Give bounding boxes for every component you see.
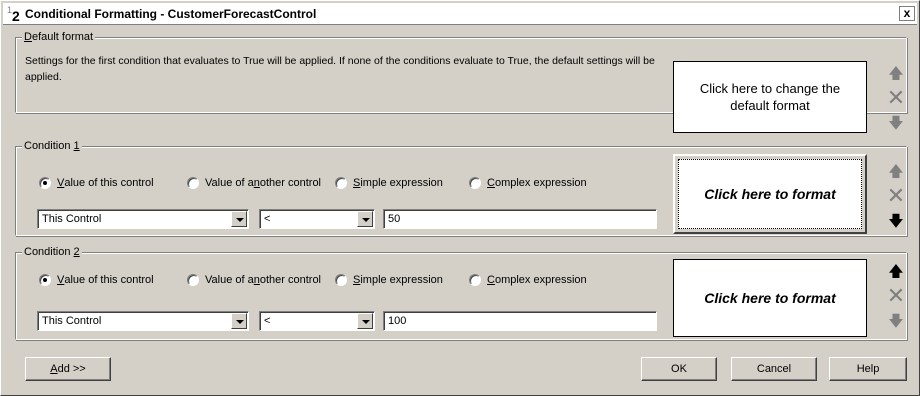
window-title: Conditional Formatting - CustomerForecas… xyxy=(25,7,317,21)
condition-1-title: Condition 1 xyxy=(22,140,82,152)
condition-1-field-select[interactable]: This Control xyxy=(37,209,249,229)
radio-icon xyxy=(187,177,199,189)
move-up-icon[interactable]: 🡅 xyxy=(886,263,906,281)
condition-2-value-input[interactable]: 100 xyxy=(383,311,657,331)
condition-2-operator-select[interactable]: < xyxy=(259,311,375,331)
radio-icon xyxy=(469,274,481,286)
default-format-preview[interactable]: Click here to change the default format xyxy=(673,61,867,133)
title-bar: 1 2 Conditional Formatting - CustomerFor… xyxy=(3,3,917,25)
delete-icon[interactable]: ✕ xyxy=(886,285,906,307)
condition-1-simple-expression[interactable]: Simple expression xyxy=(335,177,443,189)
condition-2-value-of-another-control[interactable]: Value of a n other control xyxy=(187,274,321,286)
close-button[interactable]: x xyxy=(899,6,915,21)
condition-1-value-of-another-control[interactable]: Value of a n other control xyxy=(187,177,321,189)
radio-icon xyxy=(335,177,347,189)
dropdown-arrow-icon[interactable] xyxy=(357,211,373,227)
move-down-icon: 🡇 xyxy=(888,115,904,132)
move-down-icon[interactable]: 🡇 xyxy=(886,313,906,331)
conditional-formatting-dialog: 1 2 Conditional Formatting - CustomerFor… xyxy=(0,0,920,396)
condition-1-operator-select[interactable]: < xyxy=(259,209,375,229)
condition-1-value-input[interactable]: 50 xyxy=(383,209,657,229)
ok-button[interactable]: OK xyxy=(641,357,717,381)
app-icon: 1 2 xyxy=(7,5,20,24)
radio-icon xyxy=(469,177,481,189)
default-format-description: Settings for the first condition that ev… xyxy=(25,55,655,83)
move-down-icon[interactable]: 🡇 xyxy=(886,213,906,231)
dropdown-arrow-icon[interactable] xyxy=(231,313,247,329)
condition-2-title: Condition 2 xyxy=(22,246,82,258)
cancel-button[interactable]: Cancel xyxy=(731,357,817,381)
condition-2-value-of-this-control[interactable]: Value of this control xyxy=(39,274,154,286)
dropdown-arrow-icon[interactable] xyxy=(357,313,373,329)
condition-1-value-of-this-control[interactable]: Value of this control xyxy=(39,177,154,189)
move-up-icon[interactable]: 🡅 xyxy=(886,163,906,181)
delete-icon[interactable]: ✕ xyxy=(886,185,906,207)
move-up-icon: 🡅 xyxy=(888,65,904,82)
radio-icon xyxy=(39,274,51,286)
radio-icon xyxy=(335,274,347,286)
add-button[interactable]: Add >> xyxy=(25,357,111,381)
dropdown-arrow-icon[interactable] xyxy=(231,211,247,227)
condition-2-field-select[interactable]: This Control xyxy=(37,311,249,331)
radio-icon xyxy=(187,274,199,286)
condition-2-format-preview[interactable]: Click here to format xyxy=(673,259,867,337)
radio-icon xyxy=(39,177,51,189)
condition-2-complex-expression[interactable]: Complex expression xyxy=(469,274,587,286)
help-button[interactable]: Help xyxy=(829,357,907,381)
condition-1-complex-expression[interactable]: Complex expression xyxy=(469,177,587,189)
condition-1-format-preview[interactable]: Click here to format xyxy=(673,154,867,234)
condition-2-simple-expression[interactable]: Simple expression xyxy=(335,274,443,286)
delete-icon: ✕ xyxy=(886,85,906,110)
default-format-title: Default format xyxy=(22,31,96,43)
